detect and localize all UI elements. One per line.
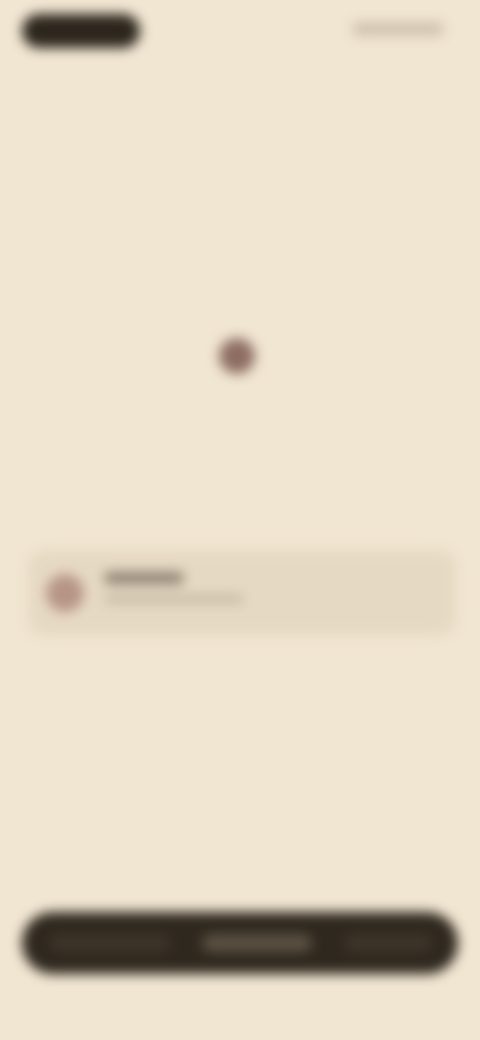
heart-icon: [219, 338, 255, 374]
card-title: [104, 572, 184, 584]
top-right-link[interactable]: [352, 22, 444, 36]
top-left-button[interactable]: [22, 14, 140, 48]
bottom-middle-action[interactable]: [202, 934, 312, 952]
card-subtitle: [104, 594, 244, 604]
info-card[interactable]: [28, 550, 456, 636]
avatar: [46, 574, 84, 612]
screen: [0, 0, 480, 1040]
bottom-left-action[interactable]: [50, 934, 170, 952]
bottom-action-bar[interactable]: [22, 912, 458, 974]
bottom-right-action[interactable]: [344, 934, 432, 952]
